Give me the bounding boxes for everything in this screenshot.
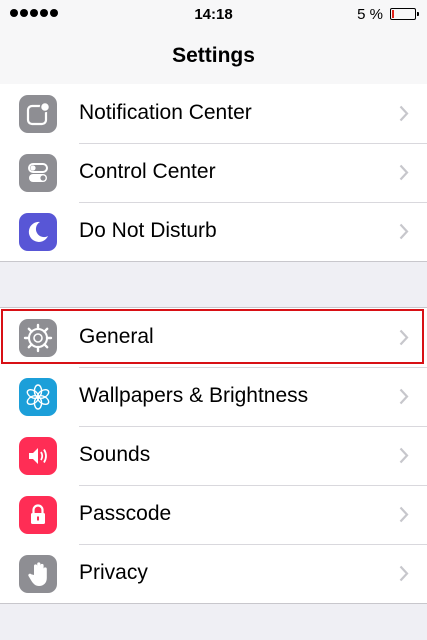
settings-row-label: Passcode xyxy=(79,502,172,525)
chevron-right-icon xyxy=(399,447,409,469)
settings-row-label: Privacy xyxy=(79,561,148,584)
settings-row-privacy[interactable]: Privacy xyxy=(0,544,427,603)
settings-row-passcode[interactable]: Passcode xyxy=(0,485,427,544)
settings-row-label: Sounds xyxy=(79,443,151,466)
settings-row-label: Notification Center xyxy=(79,101,252,124)
chevron-right-icon xyxy=(399,506,409,528)
chevron-right-icon xyxy=(399,329,409,351)
chevron-right-icon xyxy=(399,223,409,245)
chevron-right-icon xyxy=(399,105,409,127)
settings-row-sounds[interactable]: Sounds xyxy=(0,426,427,485)
settings-row-label: Do Not Disturb xyxy=(79,219,217,242)
settings-group-2: General Wallpapers & Brightness Sounds P… xyxy=(0,307,427,604)
chevron-right-icon xyxy=(399,388,409,410)
battery-icon xyxy=(390,8,419,20)
settings-row-notification-center[interactable]: Notification Center xyxy=(0,84,427,143)
settings-row-do-not-disturb[interactable]: Do Not Disturb xyxy=(0,202,427,261)
moon-icon xyxy=(19,213,57,251)
settings-row-label: Control Center xyxy=(79,160,216,183)
settings-row-general[interactable]: General xyxy=(0,308,427,367)
gear-icon xyxy=(19,319,57,357)
status-bar: 14:18 5 % xyxy=(0,0,427,30)
settings-row-label: Wallpapers & Brightness xyxy=(79,384,309,407)
flower-icon xyxy=(19,378,57,416)
chevron-right-icon xyxy=(399,565,409,587)
chevron-right-icon xyxy=(399,164,409,186)
settings-row-wallpapers-brightness[interactable]: Wallpapers & Brightness xyxy=(0,367,427,426)
battery-percentage: 5 % xyxy=(357,6,383,23)
settings-group-1: Notification Center Control Center Do No… xyxy=(0,84,427,262)
control-center-icon xyxy=(19,154,57,192)
notification-center-icon xyxy=(19,95,57,133)
navigation-bar: Settings xyxy=(0,30,427,85)
settings-row-label: General xyxy=(79,325,154,348)
lock-icon xyxy=(19,496,57,534)
page-title: Settings xyxy=(172,44,255,67)
settings-row-control-center[interactable]: Control Center xyxy=(0,143,427,202)
speaker-icon xyxy=(19,437,57,475)
hand-icon xyxy=(19,555,57,593)
